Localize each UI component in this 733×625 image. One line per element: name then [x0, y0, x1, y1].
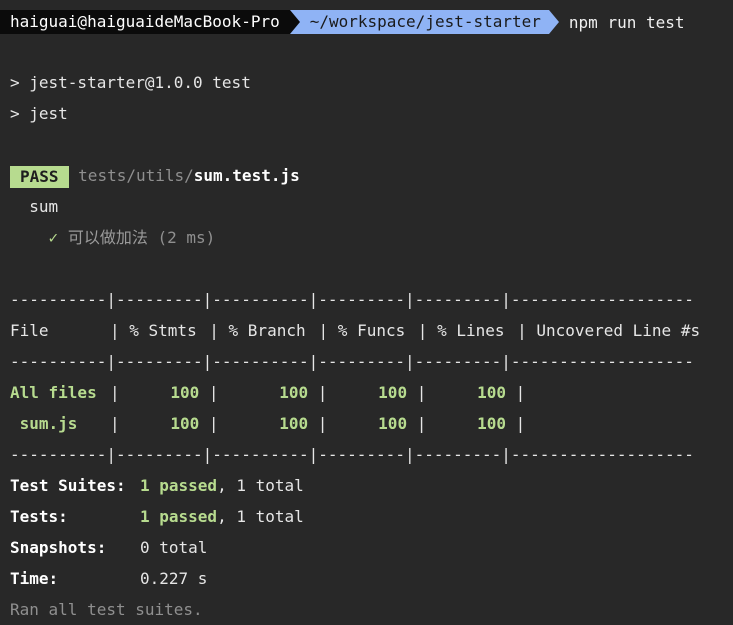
row-lines: 100: [477, 414, 506, 433]
coverage-divider: ----------|---------|----------|--------…: [10, 290, 694, 309]
row-funcs: 100: [378, 383, 408, 402]
row-file: All files: [10, 383, 97, 402]
row-funcs: 100: [378, 414, 408, 433]
header-lines: % Lines: [437, 321, 505, 340]
summary-value: 0 total: [140, 538, 208, 557]
summary-total: , 1 total: [217, 507, 304, 526]
summary-time: Time: 0.227 s: [10, 563, 733, 594]
test-file-name: sum.test.js: [193, 166, 300, 185]
test-name: 可以做加法: [67, 228, 148, 247]
row-branch: 100: [279, 383, 309, 402]
summary-label: Snapshots:: [10, 538, 107, 557]
prompt-end-arrow-icon: [548, 10, 559, 34]
script-line: > jest: [10, 104, 68, 123]
coverage-header: File | % Stmts | % Branch | % Funcs | % Line…: [10, 315, 733, 346]
header-file: File: [10, 321, 49, 340]
row-stmts: 100: [170, 383, 200, 402]
test-file-dir: tests/utils/: [78, 166, 194, 185]
header-funcs: % Funcs: [337, 321, 406, 340]
prompt-command: npm run test: [568, 12, 685, 32]
header-uncovered: Uncovered Line #s: [536, 321, 701, 340]
check-icon: ✓: [48, 228, 59, 247]
shell-prompt: haiguai@haiguaideMacBook-Pro ~/workspace…: [0, 8, 733, 36]
summary-suites: Test Suites: 1 passed, 1 total: [10, 470, 733, 501]
test-duration: (2 ms): [157, 228, 216, 247]
coverage-divider: ----------|---------|----------|--------…: [10, 445, 694, 464]
row-branch: 100: [279, 414, 309, 433]
suite-name: sum: [29, 197, 59, 216]
summary-passed: 1 passed: [140, 476, 218, 495]
coverage-divider: ----------|---------|----------|--------…: [10, 352, 694, 371]
summary-label: Test Suites:: [10, 476, 126, 495]
summary-passed: 1 passed: [140, 507, 218, 526]
summary-total: , 1 total: [217, 476, 304, 495]
row-stmts: 100: [170, 414, 200, 433]
prompt-separator-arrow-icon: [289, 10, 300, 34]
test-file-result: PASS tests/utils/sum.test.js: [10, 160, 733, 191]
prompt-user-host: haiguai@haiguaideMacBook-Pro: [0, 10, 290, 34]
coverage-row: All files | 100 | 100 | 100 | 100 |: [10, 377, 733, 408]
coverage-row: sum.js | 100 | 100 | 100 | 100 |: [10, 408, 733, 439]
row-file: sum.js: [10, 414, 78, 433]
header-stmts: % Stmts: [129, 321, 197, 340]
summary-snapshots: Snapshots: 0 total: [10, 532, 733, 563]
summary-label: Tests:: [10, 507, 68, 526]
summary-value: 0.227 s: [140, 569, 208, 588]
summary-label: Time:: [10, 569, 59, 588]
summary-tests: Tests: 1 passed, 1 total: [10, 501, 733, 532]
pass-badge: PASS: [10, 165, 69, 188]
header-branch: % Branch: [228, 321, 306, 340]
terminal-output: haiguai@haiguaideMacBook-Pro ~/workspace…: [0, 8, 733, 625]
script-line: > jest-starter@1.0.0 test: [10, 73, 251, 92]
summary-footer: Ran all test suites.: [10, 600, 203, 619]
prompt-path: ~/workspace/jest-starter: [299, 10, 549, 34]
row-lines: 100: [477, 383, 506, 402]
